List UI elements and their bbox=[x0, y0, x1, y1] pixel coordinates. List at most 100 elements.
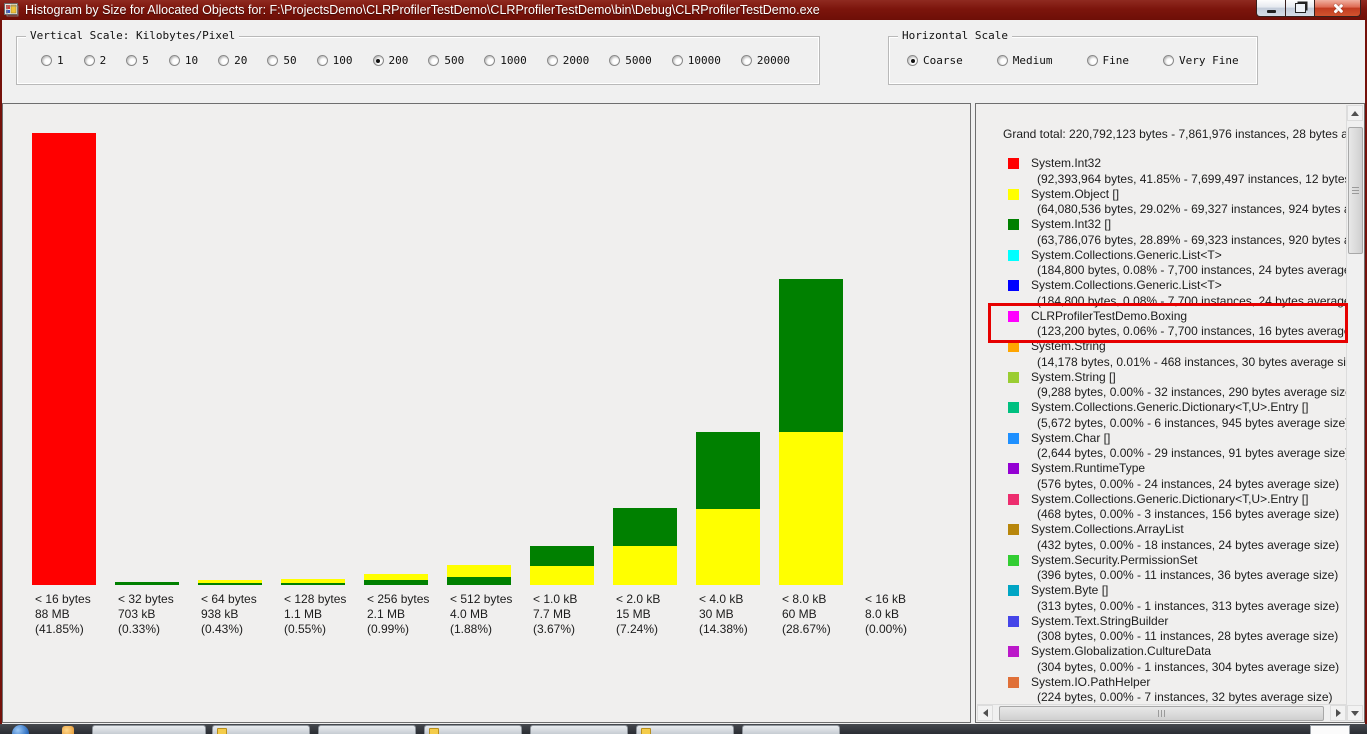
vscale-option-1000[interactable]: 1000 bbox=[484, 54, 527, 67]
bar-label: < 16 bytes88 MB(41.85%) bbox=[35, 592, 91, 637]
taskbar-button[interactable] bbox=[92, 725, 206, 734]
histogram-bar[interactable]: < 256 bytes2.1 MB(0.99%) bbox=[364, 104, 428, 722]
folder-icon bbox=[217, 728, 227, 734]
legend-item[interactable]: System.Collections.Generic.Dictionary<T,… bbox=[1003, 492, 1346, 523]
legend-vertical-scrollbar[interactable] bbox=[1346, 105, 1363, 721]
type-color-swatch bbox=[1008, 372, 1019, 383]
histogram-bar[interactable]: < 2.0 kB15 MB(7.24%) bbox=[613, 104, 677, 722]
radio-icon bbox=[126, 55, 137, 66]
bar-label: < 8.0 kB60 MB(28.67%) bbox=[782, 592, 831, 637]
hscale-option-coarse[interactable]: Coarse bbox=[907, 54, 963, 67]
legend-item[interactable]: System.Globalization.CultureData(304 byt… bbox=[1003, 644, 1346, 675]
vscale-option-10000[interactable]: 10000 bbox=[672, 54, 721, 67]
legend-item[interactable]: System.Char [](2,644 bytes, 0.00% - 29 i… bbox=[1003, 431, 1346, 462]
type-color-swatch bbox=[1008, 311, 1019, 322]
vscale-option-20[interactable]: 20 bbox=[218, 54, 247, 67]
legend-item[interactable]: System.Text.StringBuilder(308 bytes, 0.0… bbox=[1003, 614, 1346, 645]
hscale-option-fine[interactable]: Fine bbox=[1087, 54, 1130, 67]
legend-item[interactable]: System.Collections.Generic.Dictionary<T,… bbox=[1003, 400, 1346, 431]
vertical-scale-caption: Vertical Scale: Kilobytes/Pixel bbox=[26, 29, 239, 42]
legend-horizontal-scrollbar[interactable] bbox=[977, 704, 1346, 721]
vscale-option-2000[interactable]: 2000 bbox=[547, 54, 590, 67]
vscale-option-50[interactable]: 50 bbox=[267, 54, 296, 67]
bar-label: < 1.0 kB7.7 MB(3.67%) bbox=[533, 592, 577, 637]
type-color-swatch bbox=[1008, 585, 1019, 596]
legend-item[interactable]: System.String(14,178 bytes, 0.01% - 468 … bbox=[1003, 339, 1346, 370]
legend-item[interactable]: System.IO.PathHelper(224 bytes, 0.00% - … bbox=[1003, 675, 1346, 705]
minimize-button[interactable] bbox=[1256, 0, 1286, 17]
taskbar-button[interactable] bbox=[424, 725, 522, 734]
taskbar-button[interactable] bbox=[636, 725, 734, 734]
legend-item[interactable]: System.String [](9,288 bytes, 0.00% - 32… bbox=[1003, 370, 1346, 401]
histogram-bar[interactable]: < 128 bytes1.1 MB(0.55%) bbox=[281, 104, 345, 722]
histogram-bar[interactable]: < 8.0 kB60 MB(28.67%) bbox=[779, 104, 843, 722]
legend-item[interactable]: System.Collections.Generic.List<T>(184,8… bbox=[1003, 248, 1346, 279]
vscale-option-10[interactable]: 10 bbox=[169, 54, 198, 67]
legend-item-highlighted[interactable]: CLRProfilerTestDemo.Boxing(123,200 bytes… bbox=[1003, 309, 1346, 340]
legend-panel[interactable]: Grand total: 220,792,123 bytes - 7,861,9… bbox=[975, 103, 1365, 723]
vscale-option-2[interactable]: 2 bbox=[84, 54, 107, 67]
vscale-option-5000[interactable]: 5000 bbox=[609, 54, 652, 67]
taskbar-button[interactable] bbox=[530, 725, 628, 734]
histogram-bar[interactable]: < 16 bytes88 MB(41.85%) bbox=[32, 104, 96, 722]
type-color-swatch bbox=[1008, 158, 1019, 169]
close-icon bbox=[1332, 3, 1343, 14]
legend-item[interactable]: System.Security.PermissionSet(396 bytes,… bbox=[1003, 553, 1346, 584]
bar-label: < 512 bytes4.0 MB(1.88%) bbox=[450, 592, 512, 637]
vscale-option-100[interactable]: 100 bbox=[317, 54, 353, 67]
histogram-bar[interactable]: < 1.0 kB7.7 MB(3.67%) bbox=[530, 104, 594, 722]
legend-item[interactable]: System.RuntimeType(576 bytes, 0.00% - 24… bbox=[1003, 461, 1346, 492]
taskbar-tray[interactable] bbox=[1310, 725, 1350, 734]
taskbar-button[interactable] bbox=[742, 725, 840, 734]
vscale-option-500[interactable]: 500 bbox=[428, 54, 464, 67]
vertical-scrollbar-thumb[interactable] bbox=[1348, 127, 1363, 254]
horizontal-scale-caption: Horizontal Scale bbox=[898, 29, 1012, 42]
taskbar-pinned-icon[interactable] bbox=[62, 726, 74, 734]
histogram-bar[interactable]: < 4.0 kB30 MB(14.38%) bbox=[696, 104, 760, 722]
histogram-bar[interactable]: < 512 bytes4.0 MB(1.88%) bbox=[447, 104, 511, 722]
histogram-bar[interactable]: < 16 kB8.0 kB(0.00%) bbox=[862, 104, 926, 722]
scroll-right-button[interactable] bbox=[1330, 705, 1346, 721]
scroll-left-button[interactable] bbox=[977, 705, 993, 721]
radio-icon bbox=[169, 55, 180, 66]
hscale-option-medium[interactable]: Medium bbox=[997, 54, 1053, 67]
vscale-option-20000[interactable]: 20000 bbox=[741, 54, 790, 67]
legend-item[interactable]: System.Collections.Generic.List<T>(184,8… bbox=[1003, 278, 1346, 309]
bar-label: < 4.0 kB30 MB(14.38%) bbox=[699, 592, 748, 637]
radio-icon bbox=[218, 55, 229, 66]
restore-button[interactable] bbox=[1286, 0, 1315, 17]
bar-label: < 16 kB8.0 kB(0.00%) bbox=[865, 592, 907, 637]
histogram-bar[interactable]: < 32 bytes703 kB(0.33%) bbox=[115, 104, 179, 722]
type-color-swatch bbox=[1008, 616, 1019, 627]
legend-item[interactable]: System.Byte [](313 bytes, 0.00% - 1 inst… bbox=[1003, 583, 1346, 614]
scroll-up-button[interactable] bbox=[1347, 105, 1363, 121]
type-color-swatch bbox=[1008, 677, 1019, 688]
grand-total: Grand total: 220,792,123 bytes - 7,861,9… bbox=[1003, 126, 1346, 148]
horizontal-scrollbar-thumb[interactable] bbox=[999, 706, 1324, 721]
legend-item[interactable]: System.Collections.ArrayList(432 bytes, … bbox=[1003, 522, 1346, 553]
scroll-down-button[interactable] bbox=[1347, 705, 1363, 721]
hscale-option-very-fine[interactable]: Very Fine bbox=[1163, 54, 1239, 67]
legend-item[interactable]: System.Int32 [](63,786,076 bytes, 28.89%… bbox=[1003, 217, 1346, 248]
radio-icon bbox=[997, 55, 1008, 66]
vertical-scale-group: Vertical Scale: Kilobytes/Pixel 1 2 5 10… bbox=[16, 36, 820, 85]
close-button[interactable] bbox=[1315, 0, 1361, 17]
histogram-bar[interactable]: < 64 bytes938 kB(0.43%) bbox=[198, 104, 262, 722]
title-bar[interactable]: Histogram by Size for Allocated Objects … bbox=[0, 0, 1367, 20]
type-color-swatch bbox=[1008, 402, 1019, 413]
taskbar-button[interactable] bbox=[212, 725, 310, 734]
vscale-option-1[interactable]: 1 bbox=[41, 54, 64, 67]
restore-icon bbox=[1295, 3, 1306, 13]
vscale-option-5[interactable]: 5 bbox=[126, 54, 149, 67]
type-color-swatch bbox=[1008, 189, 1019, 200]
legend-item[interactable]: System.Int32(92,393,964 bytes, 41.85% - … bbox=[1003, 156, 1346, 187]
type-color-swatch bbox=[1008, 250, 1019, 261]
radio-icon bbox=[41, 55, 52, 66]
histogram-chart-panel[interactable]: < 16 bytes88 MB(41.85%) < 32 bytes703 kB… bbox=[2, 103, 971, 723]
legend-item[interactable]: System.Object [](64,080,536 bytes, 29.02… bbox=[1003, 187, 1346, 218]
start-button[interactable] bbox=[12, 725, 29, 734]
radio-icon bbox=[428, 55, 439, 66]
vscale-option-200[interactable]: 200 bbox=[373, 54, 409, 67]
taskbar[interactable] bbox=[0, 724, 1367, 734]
taskbar-button[interactable] bbox=[318, 725, 416, 734]
